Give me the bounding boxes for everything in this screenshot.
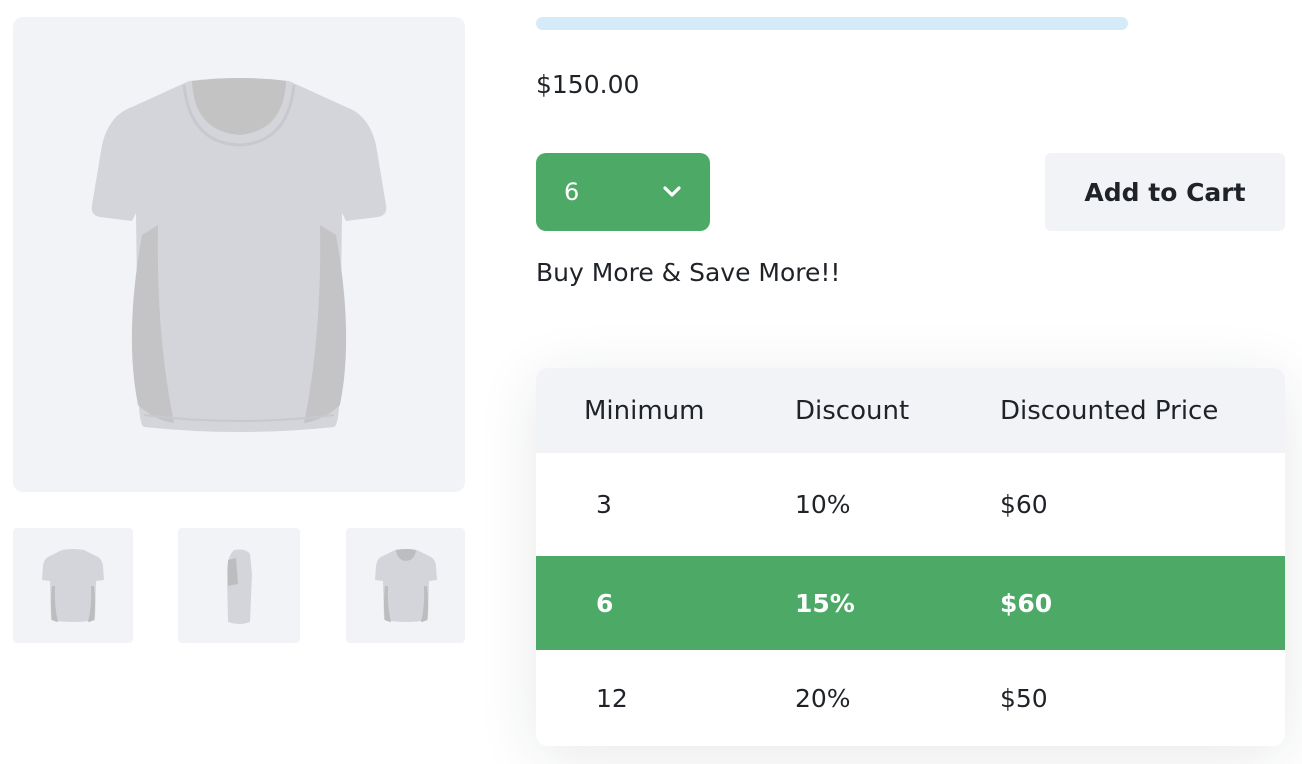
cell-discount: 10% <box>795 490 851 519</box>
product-page: $150.00 6 Add to Cart Buy More & Save Mo… <box>0 0 1302 764</box>
t-shirt-front-icon <box>374 548 437 622</box>
t-shirt-front-icon <box>91 77 387 432</box>
cell-minimum: 3 <box>596 490 612 519</box>
t-shirt-side-icon <box>226 549 252 624</box>
cell-price: $50 <box>1000 683 1048 713</box>
cell-minimum: 6 <box>596 588 614 618</box>
cell-minimum: 12 <box>596 683 628 713</box>
progress-fill <box>536 17 1128 30</box>
thumbnail-side[interactable] <box>178 528 300 643</box>
add-to-cart-button[interactable]: Add to Cart <box>1045 153 1285 231</box>
product-main-image[interactable] <box>13 17 465 492</box>
cell-discount: 20% <box>795 683 851 713</box>
thumbnail-front[interactable] <box>346 528 465 643</box>
promo-text: Buy More & Save More!! <box>536 258 841 287</box>
cell-price: $60 <box>1000 588 1053 618</box>
cell-price: $60 <box>1000 490 1048 519</box>
quantity-select[interactable]: 6 <box>536 153 710 231</box>
product-price: $150.00 <box>536 70 640 99</box>
discount-table: Minimum Discount Discounted Price 3 10% … <box>536 368 1285 746</box>
table-row[interactable]: 12 20% $50 <box>536 650 1285 746</box>
header-discount: Discount <box>795 395 910 426</box>
thumbnail-back[interactable] <box>13 528 133 643</box>
table-header-row: Minimum Discount Discounted Price <box>536 368 1285 453</box>
header-discounted-price: Discounted Price <box>1000 395 1219 426</box>
t-shirt-back-icon <box>42 548 104 622</box>
quantity-value: 6 <box>564 178 580 206</box>
progress-bar <box>536 17 1128 30</box>
chevron-down-icon <box>662 185 682 199</box>
header-minimum: Minimum <box>584 395 705 426</box>
table-row[interactable]: 3 10% $60 <box>536 453 1285 556</box>
cell-discount: 15% <box>795 588 855 618</box>
table-row-highlighted[interactable]: 6 15% $60 <box>536 556 1285 650</box>
